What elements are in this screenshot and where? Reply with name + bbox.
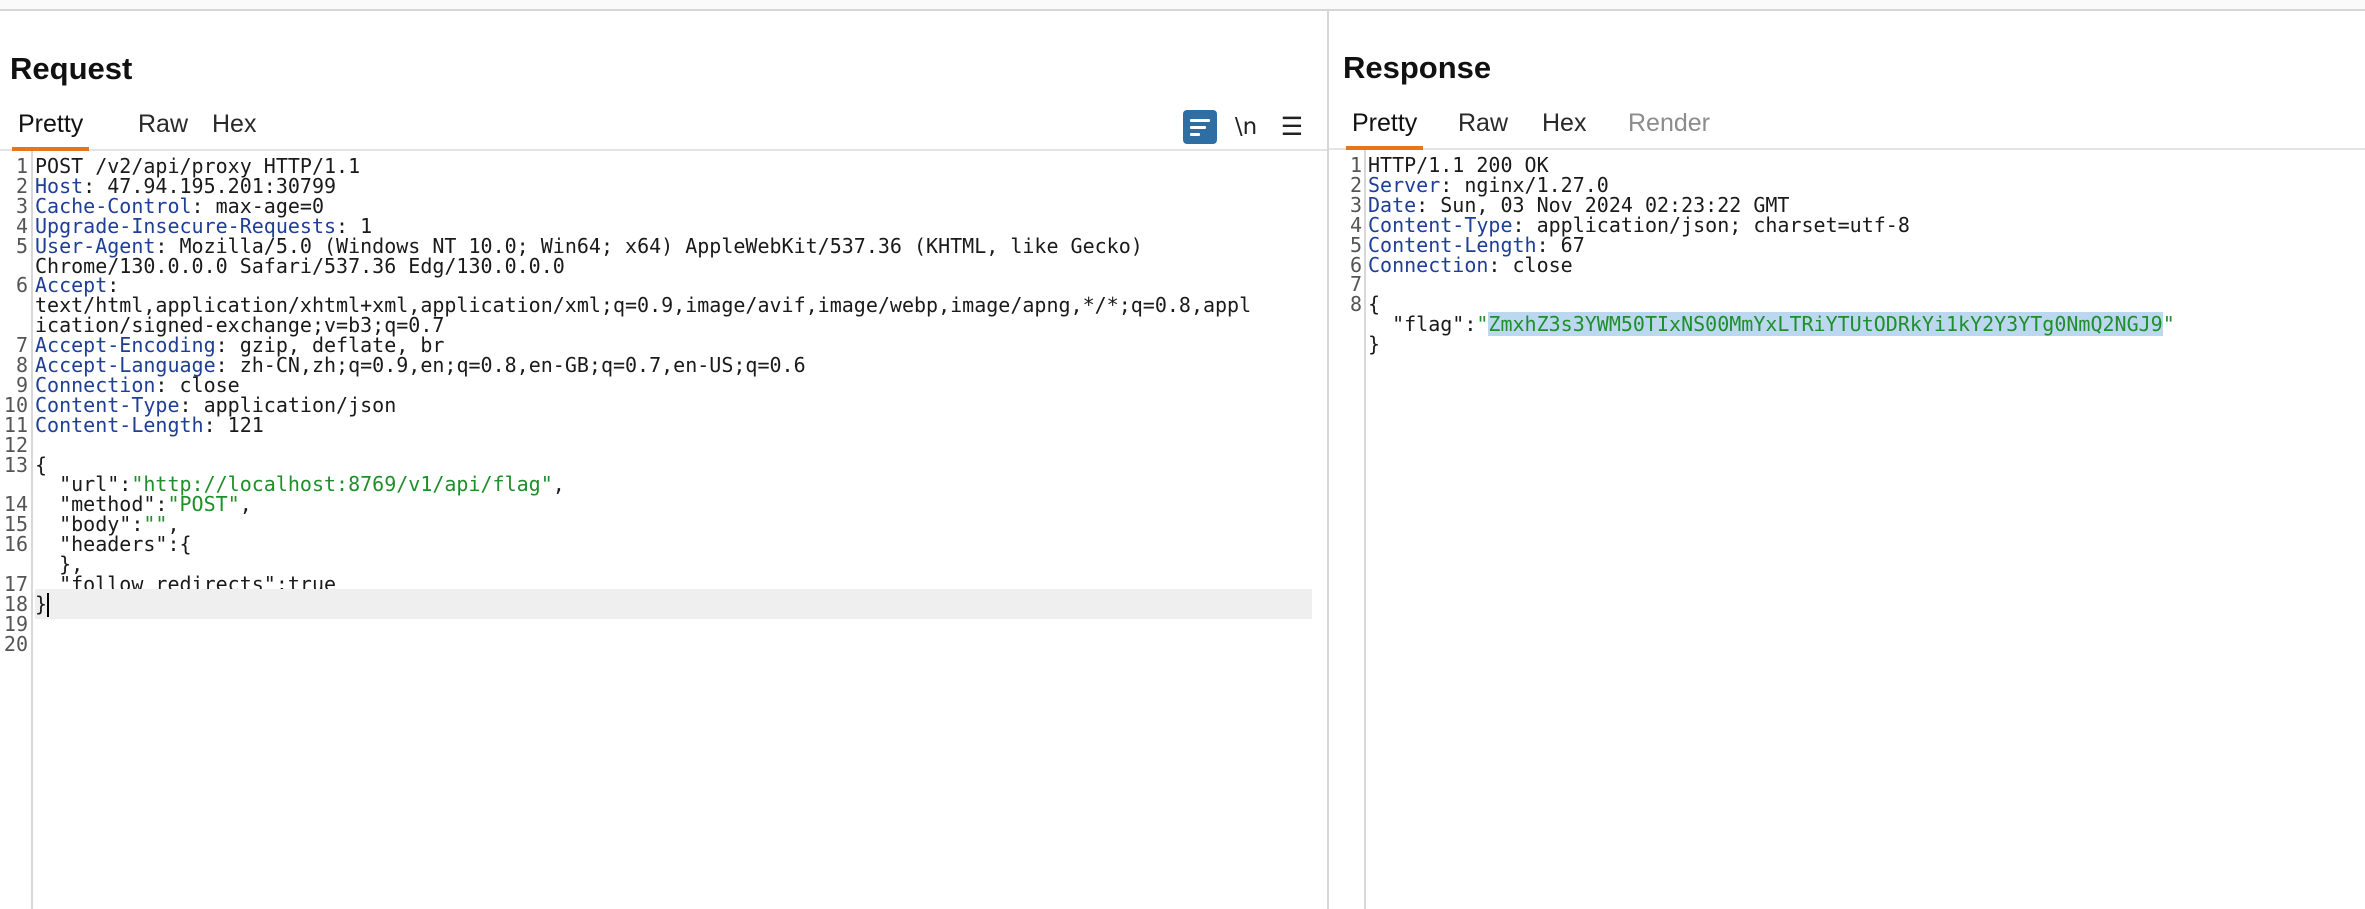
- code-text: }: [1368, 329, 1380, 359]
- code-content: }: [1368, 332, 1381, 357]
- tab-response-hex[interactable]: Hex: [1536, 108, 1592, 146]
- window-top-bar: [0, 0, 2365, 11]
- tab-response-pretty[interactable]: Pretty: [1346, 108, 1424, 150]
- tab-response-render[interactable]: Render: [1622, 108, 1716, 146]
- show-newlines-button[interactable]: \n: [1229, 110, 1263, 144]
- tab-request-raw[interactable]: Raw: [132, 109, 194, 147]
- response-tabs: Pretty Raw Hex Render: [1329, 98, 2365, 150]
- request-title: Request: [10, 51, 133, 86]
- response-title: Response: [1343, 50, 1492, 85]
- tab-request-pretty[interactable]: Pretty: [12, 109, 90, 151]
- request-pane: Request Pretty Raw Hex \n ☰ 1 POST /v2/ap…: [0, 11, 1327, 909]
- wrap-lines-icon[interactable]: [1183, 110, 1217, 144]
- request-tabs: Pretty Raw Hex: [0, 99, 1327, 151]
- tab-request-hex[interactable]: Hex: [206, 109, 262, 147]
- line-number: 20: [3, 631, 28, 656]
- code-line: }: [1329, 329, 2365, 359]
- request-editor[interactable]: 1 POST /v2/api/proxy HTTP/1.1 2 Host: 47.94…: [0, 151, 1327, 909]
- tab-response-raw[interactable]: Raw: [1452, 108, 1514, 146]
- response-editor[interactable]: 1 HTTP/1.1 200 OK 2 Server: nginx/1.27.0 3 Da…: [1329, 150, 2365, 909]
- code-line: 20: [0, 629, 1327, 659]
- response-pane: Response Pretty Raw Hex Render 1 HTTP/1.1…: [1329, 11, 2365, 909]
- hamburger-menu-icon[interactable]: ☰: [1275, 110, 1309, 144]
